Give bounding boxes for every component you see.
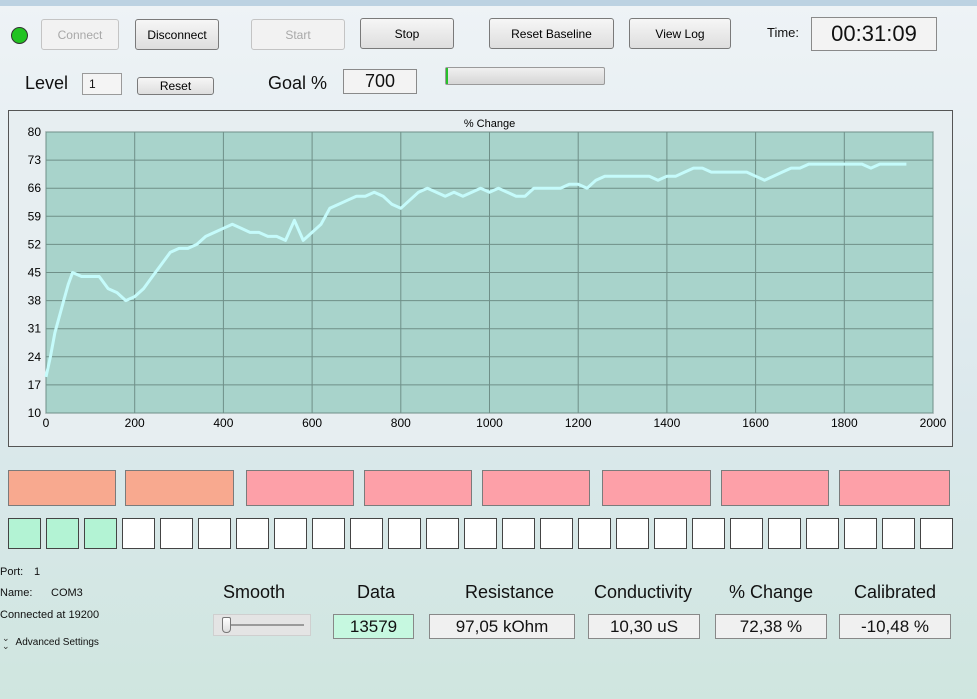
zone-block bbox=[602, 470, 711, 506]
smooth-label: Smooth bbox=[223, 582, 286, 602]
level-reset-button[interactable]: Reset bbox=[137, 77, 214, 95]
y-tick-label: 52 bbox=[28, 237, 42, 251]
calibrated-label: Calibrated bbox=[854, 582, 937, 602]
view-log-button[interactable]: View Log bbox=[629, 18, 731, 49]
level-label: Level bbox=[25, 73, 69, 93]
resistance-value: 97,05 kOhm bbox=[429, 614, 575, 639]
level-cell bbox=[426, 518, 459, 549]
level-cell bbox=[312, 518, 345, 549]
y-tick-label: 38 bbox=[28, 294, 42, 308]
data-label: Data bbox=[357, 582, 396, 602]
start-button[interactable]: Start bbox=[251, 19, 345, 50]
level-cell bbox=[844, 518, 877, 549]
slider-track bbox=[222, 624, 304, 626]
zone-block bbox=[246, 470, 354, 506]
level-cell bbox=[692, 518, 725, 549]
percent-change-value: 72,38 % bbox=[715, 614, 827, 639]
time-display: 00:31:09 bbox=[811, 17, 937, 51]
x-tick-label: 1600 bbox=[742, 416, 769, 430]
data-value: 13579 bbox=[333, 614, 414, 639]
connect-button[interactable]: Connect bbox=[41, 19, 119, 50]
level-cell bbox=[768, 518, 801, 549]
level-cell bbox=[464, 518, 497, 549]
slider-thumb[interactable] bbox=[222, 617, 231, 633]
disconnect-button[interactable]: Disconnect bbox=[135, 19, 219, 50]
x-tick-label: 200 bbox=[125, 416, 145, 430]
level-cell bbox=[122, 518, 155, 549]
zone-block bbox=[8, 470, 116, 506]
x-tick-label: 1200 bbox=[565, 416, 592, 430]
level-cell bbox=[236, 518, 269, 549]
zone-block bbox=[839, 470, 950, 506]
y-tick-label: 31 bbox=[28, 322, 42, 336]
zone-block bbox=[721, 470, 829, 506]
name-label: Name: bbox=[0, 587, 33, 599]
y-tick-label: 45 bbox=[28, 266, 42, 280]
x-tick-label: 600 bbox=[302, 416, 322, 430]
port-value: 1 bbox=[34, 566, 41, 578]
x-tick-label: 0 bbox=[43, 416, 50, 430]
level-input[interactable]: 1 bbox=[82, 73, 122, 95]
resistance-label: Resistance bbox=[465, 582, 555, 602]
goal-progress-fill bbox=[446, 68, 448, 84]
x-tick-label: 400 bbox=[213, 416, 233, 430]
level-cell bbox=[46, 518, 79, 549]
level-cell bbox=[540, 518, 573, 549]
y-tick-label: 73 bbox=[28, 153, 42, 167]
level-cell bbox=[882, 518, 915, 549]
time-label: Time: bbox=[767, 25, 800, 40]
y-tick-label: 66 bbox=[28, 181, 42, 195]
smooth-slider[interactable] bbox=[213, 614, 311, 636]
connection-status-text: Connected at 19200 bbox=[0, 609, 100, 621]
zone-block bbox=[364, 470, 472, 506]
y-tick-label: 59 bbox=[28, 209, 42, 223]
level-cell bbox=[198, 518, 231, 549]
percent-change-label: % Change bbox=[729, 582, 814, 602]
y-tick-label: 80 bbox=[28, 125, 42, 139]
level-cell bbox=[502, 518, 535, 549]
level-cell bbox=[84, 518, 117, 549]
chart-svg: % Change 0 200 400 600 800 1000 1200 1400 1600 180… bbox=[28, 118, 947, 430]
x-tick-label: 1400 bbox=[654, 416, 681, 430]
level-cell bbox=[920, 518, 953, 549]
advanced-settings-label: Advanced Settings bbox=[15, 636, 99, 648]
zone-block bbox=[482, 470, 590, 506]
x-tick-label: 2000 bbox=[920, 416, 947, 430]
level-cell bbox=[616, 518, 649, 549]
double-chevron-down-icon: ⌄ ⌄ bbox=[2, 633, 10, 651]
port-label: Port: bbox=[0, 566, 24, 578]
goal-label: Goal % bbox=[268, 73, 328, 93]
level-cell bbox=[578, 518, 611, 549]
conductivity-value: 10,30 uS bbox=[588, 614, 700, 639]
x-tick-label: 800 bbox=[391, 416, 411, 430]
y-tick-label: 17 bbox=[28, 378, 42, 392]
y-tick-label: 10 bbox=[28, 406, 42, 420]
window-top-strip bbox=[0, 0, 977, 6]
name-value: COM3 bbox=[51, 587, 83, 599]
level-cell bbox=[350, 518, 383, 549]
level-cell bbox=[654, 518, 687, 549]
zone-block bbox=[125, 470, 234, 506]
stop-button[interactable]: Stop bbox=[360, 18, 454, 49]
level-cell bbox=[730, 518, 763, 549]
conductivity-label: Conductivity bbox=[594, 582, 693, 602]
level-cell bbox=[274, 518, 307, 549]
level-cell bbox=[388, 518, 421, 549]
x-tick-label: 1800 bbox=[831, 416, 858, 430]
level-cell bbox=[806, 518, 839, 549]
goal-progress-bar bbox=[445, 67, 605, 85]
advanced-settings-toggle[interactable]: ⌄ ⌄ Advanced Settings bbox=[2, 633, 99, 651]
y-tick-label: 24 bbox=[28, 350, 42, 364]
chart-title: % Change bbox=[464, 118, 515, 130]
percent-change-chart: % Change 0 200 400 600 800 1000 1200 1400 1600 180… bbox=[8, 110, 953, 447]
level-cell bbox=[8, 518, 41, 549]
level-cell bbox=[160, 518, 193, 549]
x-tick-label: 1000 bbox=[476, 416, 503, 430]
calibrated-value: -10,48 % bbox=[839, 614, 951, 639]
goal-value-field[interactable]: 700 bbox=[343, 69, 417, 94]
reset-baseline-button[interactable]: Reset Baseline bbox=[489, 18, 614, 49]
connection-status-led bbox=[11, 27, 28, 44]
